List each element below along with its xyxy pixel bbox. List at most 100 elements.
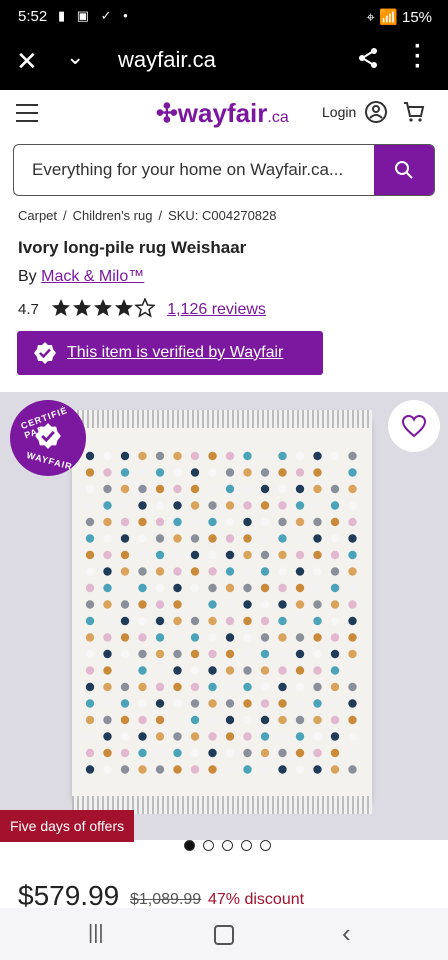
- carousel-pager[interactable]: [184, 840, 271, 851]
- rug-dot: [243, 600, 252, 609]
- rug-dot: [225, 468, 235, 477]
- brand-link[interactable]: Mack & Milo™: [41, 268, 144, 285]
- rug-dot: [120, 732, 130, 741]
- breadcrumb-item[interactable]: Carpet: [18, 208, 57, 223]
- rug-dot: [225, 682, 235, 692]
- rug-dot: [260, 682, 270, 692]
- carousel-dot[interactable]: [260, 840, 271, 851]
- rug-dot: [190, 517, 200, 527]
- rug-dot: [348, 732, 357, 741]
- rug-dot: [225, 748, 235, 758]
- product-title: Ivory long-pile rug Weishaar: [18, 238, 247, 257]
- share-icon[interactable]: [356, 46, 380, 75]
- rug-dot: [260, 550, 270, 560]
- rug-dot: [103, 732, 112, 741]
- rug-dot: [173, 682, 182, 692]
- rug-dot: [120, 567, 130, 576]
- rug-dot: [173, 567, 182, 576]
- rug-dot: [348, 715, 357, 725]
- rug-dot: [85, 468, 95, 477]
- carousel-dot[interactable]: [203, 840, 214, 851]
- wayfair-logo[interactable]: ✣wayfair.ca: [156, 98, 289, 129]
- rug-dot: [173, 534, 182, 543]
- user-icon[interactable]: [364, 100, 388, 129]
- search-button[interactable]: [374, 145, 434, 195]
- rug-dot: [225, 699, 235, 708]
- rug-dot: [173, 715, 182, 725]
- rug-dot: [208, 765, 217, 774]
- rug-dot: [120, 666, 130, 675]
- url-text[interactable]: wayfair.ca: [118, 47, 216, 73]
- rug-dot: [173, 484, 182, 494]
- rug-dot: [103, 600, 112, 609]
- rug-dot: [330, 484, 340, 494]
- rug-dot: [243, 583, 252, 593]
- verified-text[interactable]: This item is verified by Wayfair: [67, 344, 283, 362]
- breadcrumb-item[interactable]: Children's rug: [73, 208, 153, 223]
- rug-dot: [155, 501, 165, 510]
- rug-dot: [348, 517, 357, 527]
- search-bar[interactable]: Everything for your home on Wayfair.ca..…: [13, 144, 435, 196]
- rug-dot: [173, 583, 182, 593]
- rug-dot: [330, 732, 340, 741]
- carousel-dot[interactable]: [222, 840, 233, 851]
- more-vertical-icon[interactable]: · · ·: [414, 35, 422, 79]
- rug-dot: [155, 715, 165, 725]
- rug-dot: [295, 567, 305, 576]
- rug-dot: [208, 748, 217, 758]
- back-button[interactable]: ‹: [342, 918, 351, 949]
- rug-dot: [313, 616, 322, 626]
- favorite-button[interactable]: [388, 400, 440, 452]
- rug-dot: [295, 484, 305, 494]
- rug-dot: [120, 633, 130, 642]
- rug-dot: [278, 451, 287, 461]
- rug-dot: [103, 765, 112, 774]
- reviews-link[interactable]: 1,126 reviews: [167, 301, 266, 318]
- rug-dot: [260, 583, 270, 593]
- product-image[interactable]: [72, 410, 372, 814]
- rug-dot: [120, 451, 130, 461]
- rug-dot: [330, 517, 340, 527]
- chevron-down-icon[interactable]: ⌄: [66, 44, 84, 70]
- rug-dot: [138, 600, 147, 609]
- check-badge-icon: [34, 422, 62, 455]
- rug-dot: [138, 699, 147, 708]
- rug-dot: [138, 517, 147, 527]
- offer-text: Five days of offers: [10, 818, 125, 834]
- carousel-dot[interactable]: [241, 840, 252, 851]
- rug-dot: [225, 550, 235, 560]
- menu-icon[interactable]: [16, 104, 38, 122]
- rug-dot: [260, 600, 270, 609]
- rug-dot: [120, 484, 130, 494]
- rug-dot: [243, 534, 252, 543]
- rug-dot: [120, 616, 130, 626]
- rug-dot: [330, 501, 340, 510]
- rug-dot: [243, 715, 252, 725]
- rug-dot: [243, 484, 252, 494]
- rug-dot: [348, 468, 357, 477]
- rug-dot: [313, 567, 322, 576]
- cart-icon[interactable]: [402, 100, 426, 129]
- rug-dot: [85, 567, 95, 576]
- rug-dot: [313, 666, 322, 675]
- login-link[interactable]: Login: [322, 104, 356, 120]
- rug-dot: [85, 616, 95, 626]
- home-button[interactable]: [214, 925, 234, 945]
- rug-dot: [155, 567, 165, 576]
- recent-apps-button[interactable]: |||: [88, 922, 104, 945]
- rug-dot: [120, 517, 130, 527]
- verified-banner[interactable]: This item is verified by Wayfair: [17, 331, 323, 375]
- rug-dot: [330, 616, 340, 626]
- rug-dot: [313, 732, 322, 741]
- rug-dot: [208, 649, 217, 659]
- rug-dot: [243, 550, 252, 560]
- rug-dot: [295, 732, 305, 741]
- rug-dot: [348, 633, 357, 642]
- rug-fringe-top: [72, 410, 372, 428]
- carousel-dot[interactable]: [184, 840, 195, 851]
- close-icon[interactable]: ✕: [16, 46, 38, 77]
- search-input[interactable]: Everything for your home on Wayfair.ca..…: [32, 160, 343, 180]
- rug-dot: [138, 715, 147, 725]
- rug-dot: [260, 517, 270, 527]
- rug-dot: [138, 550, 147, 560]
